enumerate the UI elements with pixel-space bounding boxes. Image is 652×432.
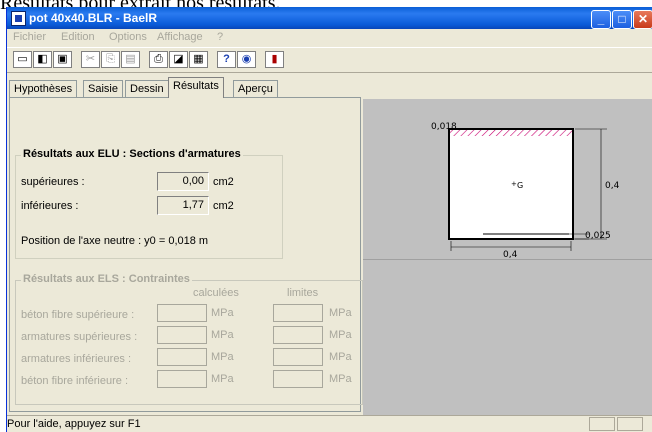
els-calc-unit: MPa [211,373,234,385]
centroid-label: G [517,181,523,190]
menu-edition[interactable]: Edition [61,31,95,43]
tab-dessin[interactable]: Dessin [125,80,169,97]
neutral-axis-text: Position de l'axe neutre : y0 = 0,018 m [21,235,209,247]
els-row-label: armatures supérieures : [21,331,138,343]
els-calc-field [157,370,207,388]
els-calc-field [157,348,207,366]
web-icon[interactable]: ◉ [237,51,256,68]
paste-icon[interactable]: ▤ [121,51,140,68]
tab-resultats[interactable]: Résultats [168,77,224,98]
top-dimension-label: 0,018 [431,122,457,132]
menu-help[interactable]: ? [217,31,223,43]
els-lim-unit: MPa [329,307,352,319]
els-row-label: armatures inférieures : [21,353,132,365]
height-dimension-label: 0,4 [605,181,620,191]
els-calc-unit: MPa [211,307,234,319]
elu-sup-unit: cm2 [213,176,234,188]
menu-affichage[interactable]: Affichage [157,31,203,43]
menu-fichier[interactable]: Fichier [13,31,46,43]
els-lim-field [273,348,323,366]
new-icon[interactable]: ▭ [13,51,32,68]
section-drawing: + G 0,018 0,4 0,025 0,4 [431,122,620,259]
title-bar[interactable]: pot 40x40.BLR - BaelR _ □ ✕ [7,7,652,29]
status-pane [589,417,615,431]
elu-sup-label: supérieures : [21,176,85,188]
width-dimension-label: 0,4 [503,250,518,259]
app-icon[interactable] [11,11,26,26]
maximize-button[interactable]: □ [612,10,632,29]
secondary-view [363,259,652,416]
save-icon[interactable]: ▣ [53,51,72,68]
help-icon[interactable]: ? [217,51,236,68]
section-drawing-view[interactable]: + G 0,018 0,4 0,025 0,4 [363,99,652,259]
properties-icon[interactable]: ▦ [189,51,208,68]
status-pane [617,417,643,431]
els-lim-unit: MPa [329,373,352,385]
close-button[interactable]: ✕ [633,10,652,29]
els-col-calculees: calculées [193,287,239,299]
minimize-button[interactable]: _ [591,10,611,29]
print-setup-icon[interactable]: ◪ [169,51,188,68]
elu-group-title: Résultats aux ELU : Sections d'armatures [21,148,243,160]
print-icon[interactable]: ⎙ [149,51,168,68]
els-group-title: Résultats aux ELS : Contraintes [21,273,192,285]
elu-inf-unit: cm2 [213,200,234,212]
compression-zone-hatch [450,130,572,136]
menu-bar [7,29,652,47]
tab-hypotheses[interactable]: Hypothèses [9,80,78,97]
elu-inf-label: inférieures : [21,200,79,212]
els-lim-unit: MPa [329,329,352,341]
app-window: pot 40x40.BLR - BaelR _ □ ✕ Fichier Edit… [6,7,652,432]
els-calc-field [157,326,207,344]
copy-icon[interactable]: ⎘ [101,51,120,68]
els-lim-field [273,304,323,322]
els-col-limites: limites [287,287,319,299]
els-row-label: béton fibre inférieure : [21,375,129,387]
cut-icon[interactable]: ✂ [81,51,100,68]
elu-inf-value: 1,77 [157,196,209,215]
calculator-icon[interactable]: ▮ [265,51,284,68]
els-lim-unit: MPa [329,351,352,363]
tab-saisie[interactable]: Saisie [83,80,123,97]
els-lim-field [273,326,323,344]
window-title: pot 40x40.BLR - BaelR [29,11,158,25]
els-calc-unit: MPa [211,329,234,341]
cover-dimension-label: 0,025 [585,231,611,241]
tab-apercu[interactable]: Aperçu [233,80,278,97]
open-icon[interactable]: ◧ [33,51,52,68]
status-text: Pour l'aide, appuyez sur F1 [7,418,141,430]
menu-options[interactable]: Options [109,31,147,43]
elu-sup-value: 0,00 [157,172,209,191]
els-lim-field [273,370,323,388]
els-calc-unit: MPa [211,351,234,363]
els-row-label: béton fibre supérieure : [21,309,135,321]
els-calc-field [157,304,207,322]
